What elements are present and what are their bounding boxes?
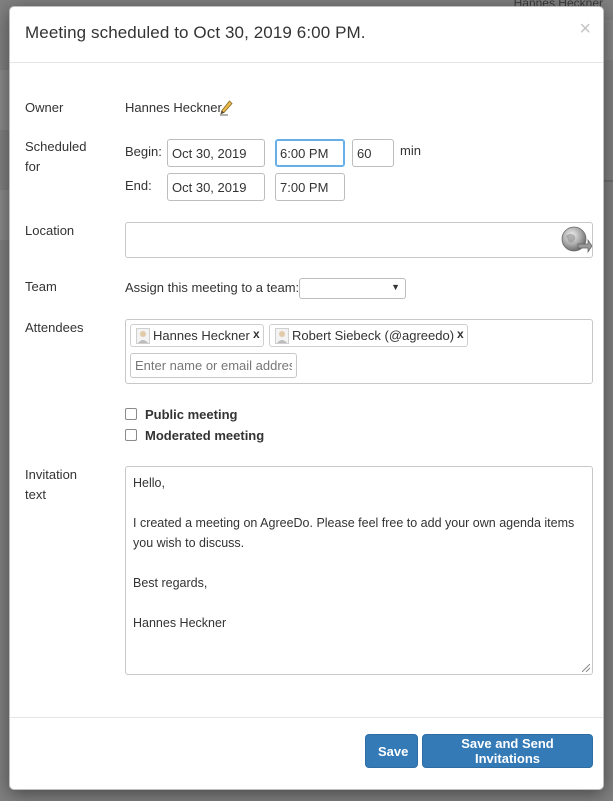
dialog-header: Meeting scheduled to Oct 30, 2019 6:00 P… bbox=[10, 7, 603, 63]
meeting-dialog: Meeting scheduled to Oct 30, 2019 6:00 P… bbox=[9, 6, 604, 790]
owner-name: Hannes Heckner bbox=[125, 100, 222, 115]
team-select[interactable]: ▼ bbox=[299, 278, 406, 299]
save-and-send-button[interactable]: Save and Send Invitations bbox=[422, 734, 593, 768]
duration-input[interactable] bbox=[352, 139, 394, 167]
dialog-footer: Save Save and Send Invitations bbox=[10, 717, 603, 791]
background-divider bbox=[604, 180, 613, 182]
save-button[interactable]: Save bbox=[365, 734, 418, 768]
globe-icon[interactable] bbox=[560, 224, 592, 256]
attendee-name: Hannes Heckner bbox=[153, 328, 250, 343]
invitation-line: I created a meeting on AgreeDo. Please f… bbox=[133, 516, 575, 550]
public-meeting-checkbox[interactable] bbox=[125, 408, 137, 420]
invitation-line: Hello, bbox=[133, 476, 165, 490]
begin-time-input[interactable] bbox=[275, 139, 345, 167]
pencil-icon[interactable] bbox=[219, 100, 233, 116]
team-label: Team bbox=[25, 279, 57, 294]
background-strip bbox=[604, 20, 613, 60]
invitation-line: Hannes Heckner bbox=[133, 616, 227, 630]
resize-grip-icon[interactable] bbox=[582, 664, 590, 672]
end-time-input[interactable] bbox=[275, 173, 345, 201]
end-date-input[interactable] bbox=[167, 173, 265, 201]
attendee-chip: Robert Siebeck (@agreedo) x bbox=[269, 324, 468, 347]
chevron-down-icon: ▼ bbox=[391, 282, 400, 292]
invitation-label: Invitation bbox=[25, 467, 78, 482]
avatar-icon bbox=[136, 328, 150, 344]
duration-unit: min bbox=[400, 143, 421, 158]
begin-date-input[interactable] bbox=[167, 139, 265, 167]
close-button[interactable]: × bbox=[579, 19, 591, 39]
attendees-box[interactable]: Hannes Heckner x Robert Siebeck (@agreed… bbox=[125, 319, 593, 384]
background-strip bbox=[0, 70, 9, 130]
invitation-line: Best regards, bbox=[133, 576, 208, 590]
scheduled-label-for: for bbox=[25, 159, 41, 174]
dialog-title: Meeting scheduled to Oct 30, 2019 6:00 P… bbox=[25, 23, 366, 42]
invitation-textarea[interactable]: Hello, I created a meeting on AgreeDo. P… bbox=[125, 466, 593, 675]
attendee-name: Robert Siebeck (@agreedo) bbox=[292, 328, 455, 343]
attendees-label: Attendees bbox=[25, 320, 84, 335]
moderated-meeting-label[interactable]: Moderated meeting bbox=[145, 428, 264, 443]
team-prompt: Assign this meeting to a team: bbox=[125, 280, 300, 295]
invitation-blank-line bbox=[133, 553, 585, 573]
location-label: Location bbox=[25, 223, 75, 238]
remove-attendee-button[interactable]: x bbox=[457, 327, 464, 341]
begin-label: Begin: bbox=[125, 144, 162, 159]
end-label: End: bbox=[125, 178, 152, 193]
background-strip bbox=[0, 190, 9, 240]
owner-label: Owner bbox=[25, 100, 64, 115]
invitation-label-text: text bbox=[25, 487, 46, 502]
public-meeting-label[interactable]: Public meeting bbox=[145, 407, 237, 422]
remove-attendee-button[interactable]: x bbox=[253, 327, 260, 341]
scheduled-label: Scheduled bbox=[25, 139, 87, 154]
invitation-blank-line bbox=[133, 493, 585, 513]
moderated-meeting-checkbox[interactable] bbox=[125, 429, 137, 441]
avatar-icon bbox=[275, 328, 289, 344]
attendee-chip: Hannes Heckner x bbox=[130, 324, 264, 347]
attendee-search-input[interactable] bbox=[130, 353, 297, 378]
invitation-blank-line bbox=[133, 593, 585, 613]
location-input[interactable] bbox=[125, 222, 593, 258]
